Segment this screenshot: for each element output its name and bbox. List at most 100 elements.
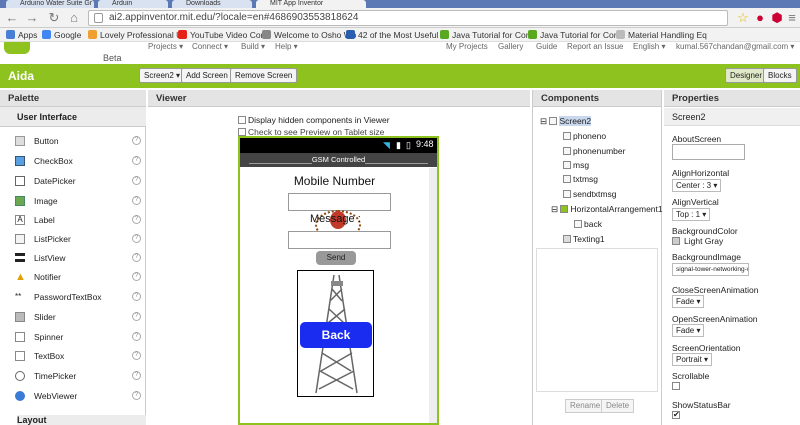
tree-item-txtmsg[interactable]: txtmsg xyxy=(563,174,598,184)
help-icon[interactable]: ? xyxy=(132,351,141,360)
collapse-icon[interactable]: ⊟ xyxy=(540,116,549,126)
url-field[interactable]: ai2.appinventor.mit.edu/?locale=en#46869… xyxy=(88,10,728,26)
tree-item-back[interactable]: back xyxy=(574,219,602,229)
collapse-icon[interactable]: ⊟ xyxy=(551,204,560,214)
menu-build[interactable]: Build ▾ xyxy=(241,42,265,51)
help-icon[interactable]: ? xyxy=(132,292,141,301)
designer-button[interactable]: Designer xyxy=(725,68,768,83)
palette-item-button[interactable]: Button? xyxy=(9,132,141,150)
help-icon[interactable]: ? xyxy=(132,312,141,321)
palette-item-spinner[interactable]: Spinner? xyxy=(9,328,141,346)
menu-connect[interactable]: Connect ▾ xyxy=(192,42,228,51)
back-button[interactable]: Back xyxy=(300,322,372,348)
tree-item-texting1[interactable]: Texting1 xyxy=(563,234,605,244)
help-icon[interactable]: ? xyxy=(132,176,141,185)
label-message[interactable]: Message : xyxy=(310,213,361,225)
tree-item-phonenumber[interactable]: phonenumber xyxy=(563,146,625,156)
screen-orientation-select[interactable]: Portrait ▾ xyxy=(672,353,713,366)
palette-item-checkbox[interactable]: CheckBox? xyxy=(9,152,141,170)
browser-tab[interactable]: Downloads xyxy=(172,0,252,8)
tree-item-phoneno[interactable]: phoneno xyxy=(563,131,606,141)
palette-item-webviewer[interactable]: WebViewer? xyxy=(9,387,141,405)
help-icon[interactable]: ? xyxy=(132,215,141,224)
menu-icon[interactable]: ≡ xyxy=(784,10,800,26)
bookmark-material[interactable]: Material Handling Eq xyxy=(616,28,707,41)
show-status-bar-checkbox[interactable]: ✔ xyxy=(672,411,680,419)
palette-item-timepicker[interactable]: TimePicker? xyxy=(9,367,141,385)
browser-tab[interactable]: Arduino Water Suite Gr xyxy=(6,0,94,8)
tree-item-sendtxtmsg[interactable]: sendtxtmsg xyxy=(563,189,616,199)
display-hidden-checkbox[interactable] xyxy=(238,116,246,124)
menu-gallery[interactable]: Gallery xyxy=(498,42,523,51)
background-image-field[interactable]: signal-tower-networking-wi xyxy=(672,263,749,276)
bookmark-lpu[interactable]: Lovely Professional U xyxy=(88,28,182,41)
reload-icon[interactable]: ↻ xyxy=(46,10,62,26)
bookmark-google[interactable]: Google xyxy=(42,28,81,41)
star-icon[interactable]: ☆ xyxy=(735,10,751,26)
palette-item-listview[interactable]: ListView? xyxy=(9,249,141,267)
palette-item-textbox[interactable]: TextBox? xyxy=(9,347,141,365)
help-icon[interactable]: ? xyxy=(132,253,141,262)
tree-item-msg[interactable]: msg xyxy=(563,160,589,170)
align-vertical-select[interactable]: Top : 1 ▾ xyxy=(672,208,711,221)
rename-button[interactable]: Rename xyxy=(565,399,606,413)
menu-report-issue[interactable]: Report an Issue xyxy=(567,42,623,51)
bookmark-osho[interactable]: Welcome to Osho Wo xyxy=(262,28,356,41)
bookmark-java2[interactable]: Java Tutorial for Com xyxy=(528,28,621,41)
tree-item-horizontalarrangement1[interactable]: ⊟ HorizontalArrangement1 xyxy=(551,204,663,215)
palette-item-slider[interactable]: Slider? xyxy=(9,308,141,326)
browser-tab-active[interactable]: MIT App Inventor xyxy=(256,0,366,8)
menu-my-projects[interactable]: My Projects xyxy=(446,42,488,51)
forward-arrow-icon[interactable]: → xyxy=(24,10,40,26)
align-horizontal-select[interactable]: Center : 3 ▾ xyxy=(672,179,722,192)
palette-item-label[interactable]: A Label? xyxy=(9,211,141,229)
close-animation-select[interactable]: Fade ▾ xyxy=(672,295,705,308)
screen-select[interactable]: Screen2 ▾ xyxy=(139,68,186,83)
about-screen-textarea[interactable] xyxy=(672,144,745,160)
help-icon[interactable]: ? xyxy=(132,272,141,281)
phoneno-textbox[interactable] xyxy=(288,193,391,211)
palette-item-notifier[interactable]: ▲ Notifier? xyxy=(9,268,141,286)
extension-icon[interactable]: ● xyxy=(752,10,768,26)
menu-help[interactable]: Help ▾ xyxy=(275,42,298,51)
help-icon[interactable]: ? xyxy=(132,332,141,341)
help-icon[interactable]: ? xyxy=(132,156,141,165)
viewer-scrollbar[interactable] xyxy=(429,168,437,423)
display-hidden-label: Display hidden components in Viewer xyxy=(248,115,390,125)
bookmark-youtube[interactable]: YouTube Video Conv xyxy=(178,28,270,41)
menu-account[interactable]: kumal.567chandan@gmail.com ▾ xyxy=(676,42,794,51)
tree-item-screen2[interactable]: ⊟ Screen2 xyxy=(540,116,592,127)
menu-guide[interactable]: Guide xyxy=(536,42,557,51)
adblock-icon[interactable]: ⬢ xyxy=(769,10,785,26)
back-arrow-icon[interactable]: ← xyxy=(4,10,20,26)
palette-item-image[interactable]: Image? xyxy=(9,192,141,210)
send-button[interactable]: Send xyxy=(316,251,356,265)
delete-button[interactable]: Delete xyxy=(601,399,635,413)
tablet-preview-checkbox[interactable] xyxy=(238,128,246,136)
help-icon[interactable]: ? xyxy=(132,391,141,400)
help-icon[interactable]: ? xyxy=(132,371,141,380)
menu-projects[interactable]: Projects ▾ xyxy=(148,42,183,51)
bookmark-apps[interactable]: Apps xyxy=(6,28,37,41)
bgcolor-value[interactable]: Light Gray xyxy=(684,236,723,246)
palette-section-user-interface[interactable]: User Interface xyxy=(0,107,146,127)
palette-section-layout[interactable]: Layout xyxy=(17,415,146,425)
label-mobile-number[interactable]: Mobile Number xyxy=(240,174,429,188)
scrollable-checkbox[interactable] xyxy=(672,382,680,390)
palette-item-listpicker[interactable]: ListPicker? xyxy=(9,230,141,248)
menu-language[interactable]: English ▾ xyxy=(633,42,665,51)
help-icon[interactable]: ? xyxy=(132,234,141,243)
open-animation-select[interactable]: Fade ▾ xyxy=(672,324,705,337)
home-icon[interactable]: ⌂ xyxy=(66,10,82,26)
palette-item-passwordtextbox[interactable]: ** PasswordTextBox? xyxy=(9,288,141,306)
palette-item-datepicker[interactable]: DatePicker? xyxy=(9,172,141,190)
browser-tab[interactable]: Arduin xyxy=(98,0,168,8)
help-icon[interactable]: ? xyxy=(132,196,141,205)
remove-screen-button[interactable]: Remove Screen xyxy=(230,68,298,83)
color-swatch-icon[interactable] xyxy=(672,237,680,245)
bookmark-42[interactable]: 42 of the Most Useful xyxy=(346,28,438,41)
bookmark-java1[interactable]: Java Tutorial for Com xyxy=(440,28,533,41)
help-icon[interactable]: ? xyxy=(132,136,141,145)
blocks-button[interactable]: Blocks xyxy=(763,68,797,83)
msg-textbox[interactable] xyxy=(288,231,391,249)
